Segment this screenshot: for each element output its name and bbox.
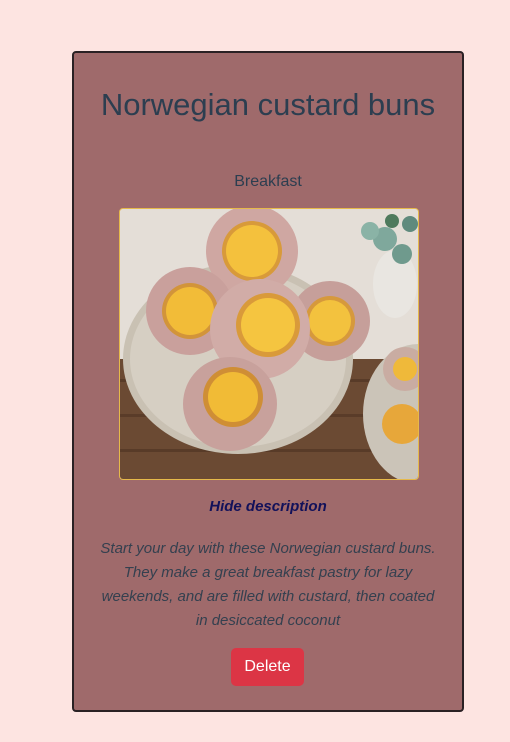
- recipe-image: [119, 208, 419, 480]
- delete-button[interactable]: Delete: [231, 648, 304, 686]
- recipe-card: Norwegian custard buns Breakfast Hide de…: [72, 51, 464, 712]
- hide-description-link[interactable]: Hide description: [74, 498, 462, 515]
- recipe-title: Norwegian custard buns: [100, 87, 436, 122]
- recipe-category: Breakfast: [234, 173, 302, 190]
- recipe-description: Start your day with these Norwegian cust…: [100, 540, 436, 629]
